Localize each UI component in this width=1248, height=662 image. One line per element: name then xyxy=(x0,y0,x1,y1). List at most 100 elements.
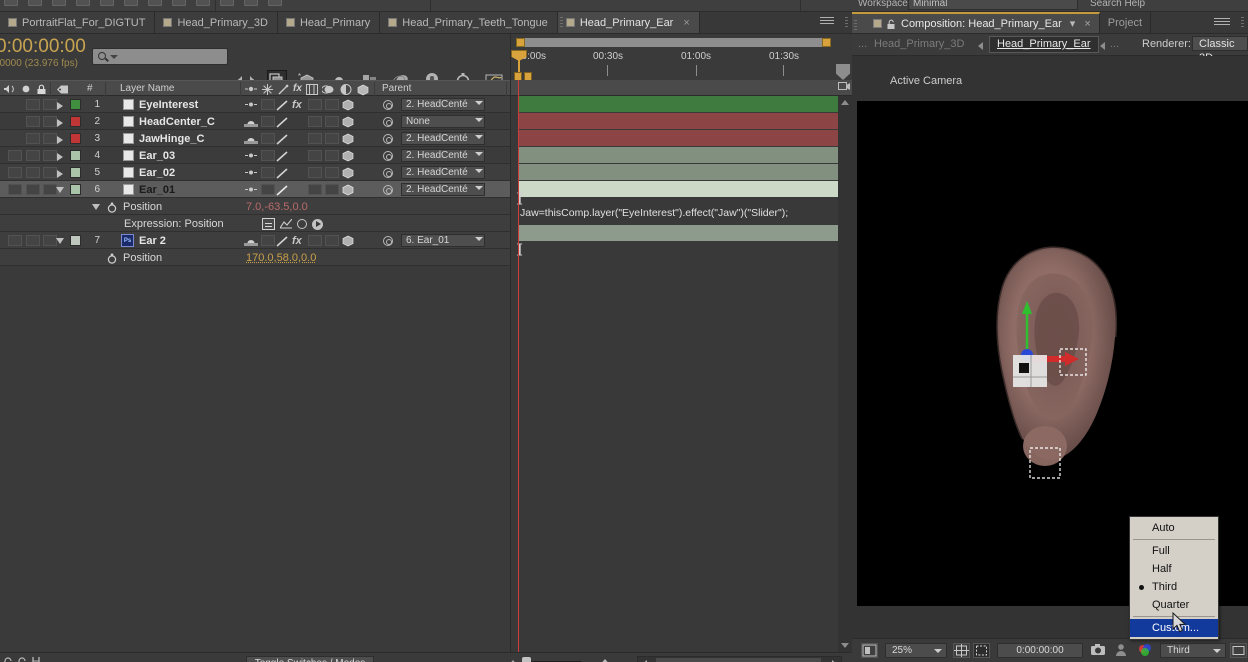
lock-toggle[interactable] xyxy=(43,116,57,127)
layer-bar[interactable] xyxy=(519,181,843,197)
shy-switch[interactable] xyxy=(245,168,257,180)
menu-item-auto[interactable]: Auto xyxy=(1130,519,1218,537)
layer-color-swatch[interactable] xyxy=(70,184,81,195)
zoom-select[interactable]: 25% xyxy=(885,643,947,658)
close-icon[interactable]: × xyxy=(683,17,689,29)
shy-switch[interactable] xyxy=(244,135,258,147)
parent-select[interactable]: None xyxy=(401,115,485,128)
layer-name[interactable]: HeadCenter_C xyxy=(139,116,215,128)
three-d-switch[interactable] xyxy=(342,235,354,247)
frame-blend-bottom-icon[interactable] xyxy=(16,657,28,662)
frame-blend-switch[interactable] xyxy=(308,116,322,127)
expression-text[interactable]: Jaw=thisComp.layer("EyeInterest").effect… xyxy=(520,207,788,219)
collapse-switch[interactable] xyxy=(261,133,275,144)
layer-color-swatch[interactable] xyxy=(70,235,81,246)
table-row[interactable]: 4 Ear_03 2. HeadCenté xyxy=(0,147,510,164)
quality-switch[interactable] xyxy=(276,100,289,114)
quality-switch[interactable] xyxy=(276,134,289,148)
audio-toggle[interactable] xyxy=(26,133,40,144)
frame-blend-switch[interactable] xyxy=(308,184,322,195)
toggle-switches-modes-button[interactable]: Toggle Switches / Modes xyxy=(246,656,374,662)
tab-head-primary[interactable]: Head_Primary xyxy=(277,12,381,33)
table-row[interactable]: 2 HeadCenter_C None xyxy=(0,113,510,130)
shy-switch[interactable] xyxy=(244,118,258,130)
video-toggle[interactable] xyxy=(8,235,22,246)
audio-toggle[interactable] xyxy=(26,184,40,195)
shy-switch[interactable] xyxy=(245,151,257,163)
layer-name[interactable]: Ear_02 xyxy=(139,167,175,179)
expression-row[interactable]: Expression: Position xyxy=(0,215,510,232)
search-input[interactable] xyxy=(92,48,228,65)
lock-toggle[interactable] xyxy=(43,235,57,246)
parent-pickwhip[interactable] xyxy=(383,134,393,144)
scroll-down-arrow[interactable] xyxy=(841,643,849,648)
tab-composition[interactable]: Composition: Head_Primary_Ear ▾ × xyxy=(852,12,1100,33)
renderer-select[interactable]: Classic 3D xyxy=(1192,36,1248,64)
expand-arrow-icon[interactable] xyxy=(57,119,63,127)
parent-pickwhip[interactable] xyxy=(383,117,393,127)
layer-bar[interactable] xyxy=(519,96,843,112)
layer-color-swatch[interactable] xyxy=(70,167,81,178)
top-tool-icons[interactable] xyxy=(4,0,282,6)
motion-blur-switch[interactable] xyxy=(325,167,339,178)
layer-name[interactable]: EyeInterest xyxy=(139,99,198,111)
timeline-horizontal-scrollbar[interactable] xyxy=(637,656,842,662)
three-d-switch[interactable] xyxy=(342,99,354,111)
parent-pickwhip[interactable] xyxy=(383,100,393,110)
quality-switch[interactable] xyxy=(276,168,289,182)
video-toggle[interactable] xyxy=(8,184,22,195)
frame-blend-switch[interactable] xyxy=(308,133,322,144)
lock-toggle[interactable] xyxy=(43,150,57,161)
collapse-switch[interactable] xyxy=(261,167,275,178)
audio-toggle[interactable] xyxy=(26,167,40,178)
grid-guides-icon[interactable] xyxy=(953,643,970,658)
expand-arrow-icon[interactable] xyxy=(57,153,63,161)
quality-switch[interactable] xyxy=(276,117,289,131)
lock-toggle[interactable] xyxy=(43,184,57,195)
close-icon[interactable]: × xyxy=(1084,18,1090,30)
motion-blur-switch[interactable] xyxy=(325,235,339,246)
tab-head-primary-3d[interactable]: Head_Primary_3D xyxy=(155,12,278,33)
timeline-graph-area[interactable]: ][ Jaw=thisComp.layer("EyeInterest").eff… xyxy=(510,80,852,652)
panel-grip[interactable] xyxy=(845,17,848,29)
work-area-start-handle[interactable] xyxy=(516,38,525,47)
motion-blur-switch[interactable] xyxy=(325,133,339,144)
property-value[interactable]: 7.0,-63.5,0.0 xyxy=(246,201,308,213)
work-area-end-handle[interactable] xyxy=(822,38,831,47)
chevron-down-icon[interactable]: ▾ xyxy=(1070,17,1076,30)
timeline-ruler[interactable]: 00:00s 00:30s 01:00s 01:30s xyxy=(510,34,852,85)
quality-switch[interactable] xyxy=(276,236,289,250)
property-row-position[interactable]: Position 170.0,58.0,0.0 xyxy=(0,249,510,266)
lock-toggle[interactable] xyxy=(43,99,57,110)
collapse-switch[interactable] xyxy=(261,235,275,246)
layer-bar[interactable] xyxy=(519,130,843,146)
audio-toggle[interactable] xyxy=(26,150,40,161)
lock-icon[interactable] xyxy=(887,19,896,29)
layer-name[interactable]: Ear 2 xyxy=(139,235,166,247)
fx-badge[interactable]: fx xyxy=(292,99,302,111)
comp-panel-grip[interactable] xyxy=(1241,17,1244,29)
timeline-vertical-scrollbar[interactable] xyxy=(838,96,852,652)
three-d-switch[interactable] xyxy=(342,116,354,128)
layer-name[interactable]: Ear_01 xyxy=(139,184,175,196)
shy-switch[interactable] xyxy=(245,185,257,197)
panel-grip[interactable] xyxy=(854,20,857,31)
video-toggle[interactable] xyxy=(8,167,22,178)
fx-badge[interactable]: fx xyxy=(292,235,302,247)
menu-item-half[interactable]: Half xyxy=(1130,560,1218,578)
expression-language-menu-icon[interactable] xyxy=(312,218,323,230)
tab-project[interactable]: Project xyxy=(1099,12,1152,33)
parent-pickwhip[interactable] xyxy=(383,151,393,161)
parent-select[interactable]: 2. HeadCenté xyxy=(401,149,485,162)
layer-bar[interactable] xyxy=(519,147,843,163)
parent-pickwhip[interactable] xyxy=(383,185,393,195)
expression-pickwhip-icon[interactable] xyxy=(297,219,307,229)
motion-blur-switch[interactable] xyxy=(325,99,339,110)
layer-color-swatch[interactable] xyxy=(70,133,81,144)
audio-toggle[interactable] xyxy=(26,99,40,110)
scroll-up-arrow[interactable] xyxy=(841,100,849,105)
table-row[interactable]: 1 EyeInterest fx 2. HeadCenté xyxy=(0,96,510,113)
graph-editor-bottom-icon[interactable] xyxy=(31,657,43,662)
layer-color-swatch[interactable] xyxy=(70,116,81,127)
layer-bar[interactable] xyxy=(519,113,843,129)
